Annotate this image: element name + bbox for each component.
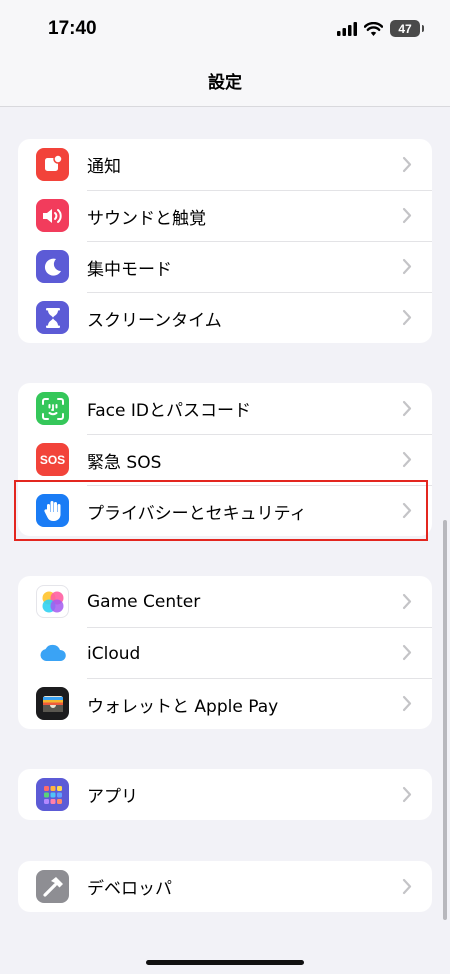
chevron-right-icon [402,593,412,610]
settings-row-label: デベロッパ [87,879,172,899]
settings-group-developer: デベロッパ [18,861,432,912]
speaker-icon [36,199,69,232]
chevron-right-icon [402,400,412,417]
settings-group-apps: アプリ [18,769,432,820]
battery-level: 47 [398,21,412,36]
settings-row-label: アプリ [87,787,138,807]
highlight-box [14,480,428,541]
settings-row-label: 通知 [87,157,121,177]
settings-row-icloud[interactable]: iCloud [18,627,432,678]
settings-row-screen-time[interactable]: スクリーンタイム [18,292,432,343]
navigation-bar: 設定 [0,60,450,107]
cellular-signal-icon [337,21,357,36]
moon-icon [36,250,69,283]
scrollbar[interactable] [443,520,447,920]
settings-row-label: ウォレットと Apple Pay [87,697,279,717]
status-bar: 17:40 47 [0,0,450,60]
chevron-right-icon [402,878,412,895]
settings-row-label: Face IDとパスコード [87,401,251,421]
wallet-icon [36,687,69,720]
settings-row-label: 集中モード [87,260,172,280]
notification-bell-icon [36,148,69,181]
sos-icon-text: SOS [39,452,66,467]
settings-row-label: サウンドと触覚 [87,209,206,229]
hourglass-icon [36,301,69,334]
chevron-right-icon [402,258,412,275]
chevron-right-icon [402,786,412,803]
chevron-right-icon [402,156,412,173]
settings-row-face-id[interactable]: Face IDとパスコード [18,383,432,434]
status-icons: 47 [337,20,424,37]
settings-group-services: Game Center iCloud ウォレットと Apple Pay [18,576,432,729]
chevron-right-icon [402,309,412,326]
settings-row-notifications[interactable]: 通知 [18,139,432,190]
wifi-icon [364,21,383,36]
face-id-icon [36,392,69,425]
settings-row-emergency-sos[interactable]: SOS 緊急 SOS [18,434,432,485]
settings-row-label: Game Center [87,591,201,612]
game-center-icon [36,585,69,618]
page-title: 設定 [208,73,242,93]
icloud-icon [36,636,69,669]
status-time: 17:40 [48,18,97,39]
chevron-right-icon [402,451,412,468]
settings-group-general: 通知 サウンドと触覚 集中モード スクリーンタイム [18,139,432,343]
settings-row-label: iCloud [87,643,141,664]
settings-row-developer[interactable]: デベロッパ [18,861,432,912]
settings-row-game-center[interactable]: Game Center [18,576,432,627]
chevron-right-icon [402,644,412,661]
apps-grid-icon [36,778,69,811]
settings-row-sounds[interactable]: サウンドと触覚 [18,190,432,241]
chevron-right-icon [402,207,412,224]
hammer-icon [36,870,69,903]
sos-icon: SOS [36,443,69,476]
chevron-right-icon [402,695,412,712]
settings-row-label: 緊急 SOS [87,453,162,473]
settings-row-label: スクリーンタイム [87,311,222,331]
settings-row-apps[interactable]: アプリ [18,769,432,820]
settings-row-focus[interactable]: 集中モード [18,241,432,292]
home-indicator[interactable] [146,960,304,965]
battery-icon: 47 [390,20,424,37]
settings-row-wallet[interactable]: ウォレットと Apple Pay [18,678,432,729]
